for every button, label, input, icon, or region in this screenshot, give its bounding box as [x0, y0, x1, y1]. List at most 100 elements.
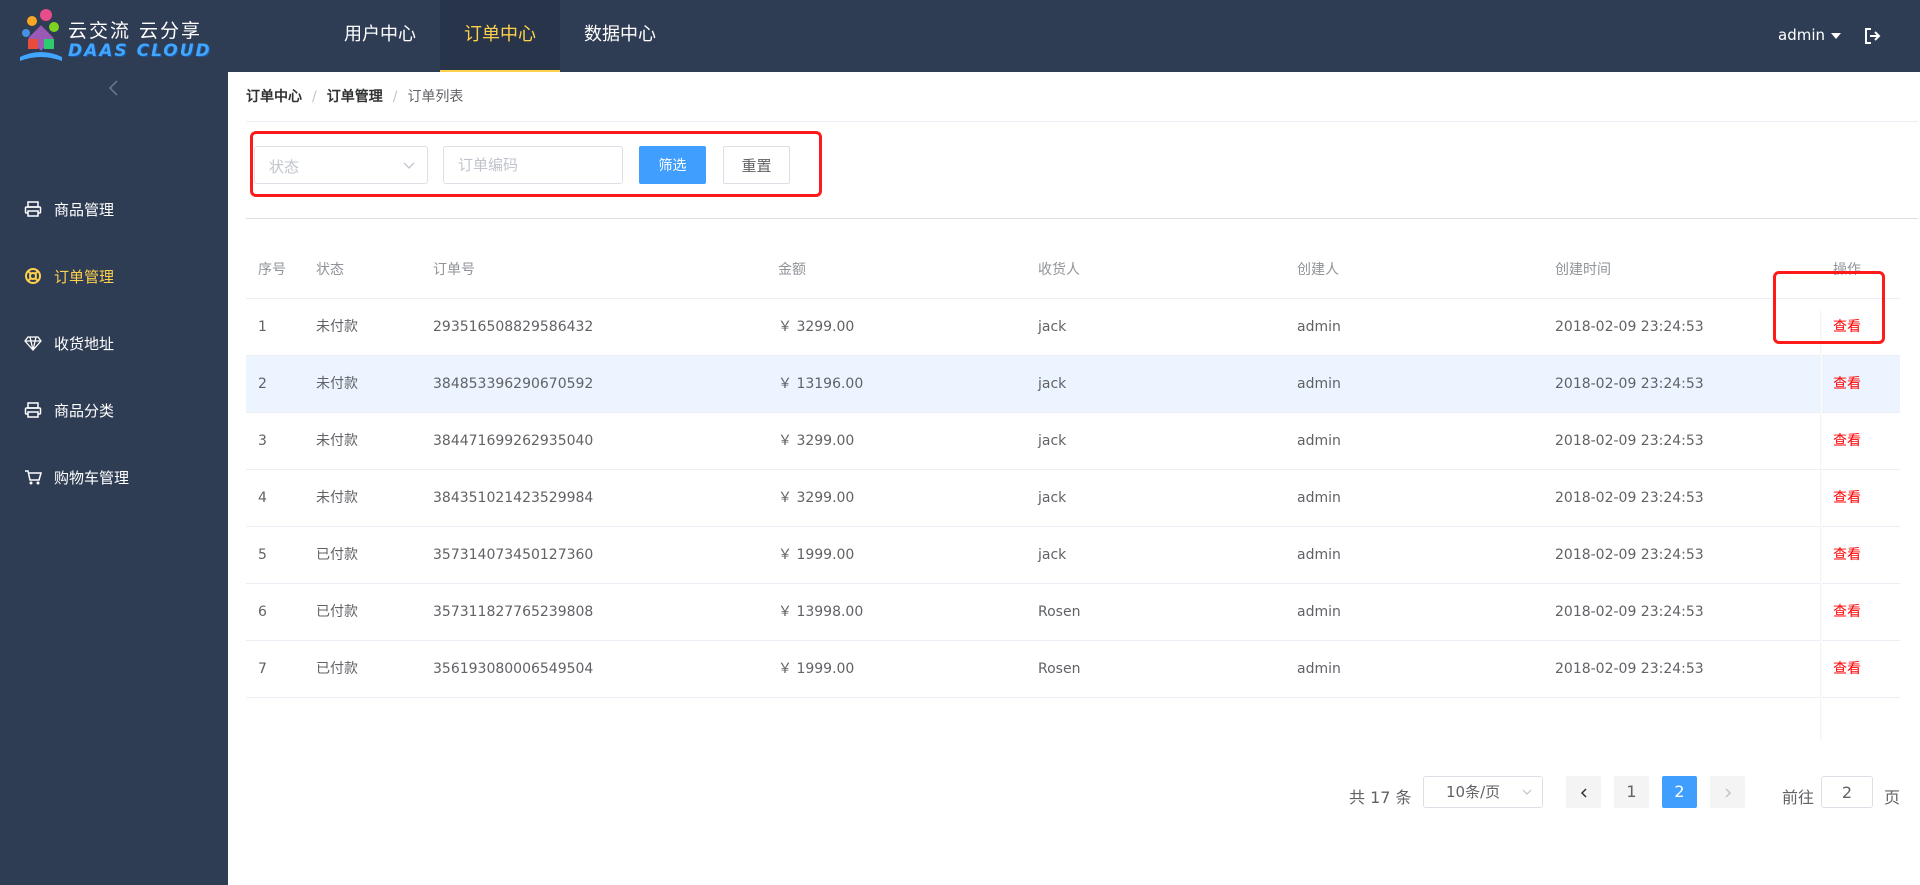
cell-amount: ￥ 3299.00 [778, 319, 855, 335]
cell-order-no: 384351021423529984 [433, 490, 594, 506]
cell-amount: ￥ 3299.00 [778, 490, 855, 506]
next-page-button[interactable] [1710, 776, 1745, 808]
table-header: 序号 状态 订单号 金额 收货人 创建人 创建时间 操作 [246, 242, 1900, 299]
view-link[interactable]: 查看 [1833, 356, 1861, 413]
cell-creator: admin [1297, 490, 1341, 506]
view-link[interactable]: 查看 [1833, 584, 1861, 641]
breadcrumb-order-center[interactable]: 订单中心 [246, 89, 302, 105]
breadcrumb-order-list: 订单列表 [407, 89, 464, 105]
total-count: 共 17 条 [1349, 788, 1412, 807]
breadcrumb-order-management[interactable]: 订单管理 [327, 89, 383, 105]
logout-icon[interactable] [1864, 27, 1882, 45]
sidebar-item-label: 商品分类 [54, 401, 115, 420]
cell-receiver: jack [1038, 376, 1067, 392]
header-order-no[interactable]: 订单号 [433, 242, 475, 299]
status-select[interactable]: 状态 [254, 146, 428, 184]
breadcrumb: 订单中心 / 订单管理 / 订单列表 [246, 86, 463, 106]
user-dropdown[interactable]: admin [1778, 26, 1841, 44]
nav-user-center[interactable]: 用户中心 [320, 0, 440, 72]
printer-icon [24, 201, 42, 217]
top-header: 云交流 云分享 DAAS CLOUD 用户中心 订单中心 数据中心 admin [0, 0, 1920, 72]
cell-order-no: 384853396290670592 [433, 376, 594, 392]
cell-index: 1 [258, 319, 267, 335]
breadcrumb-separator: / [392, 89, 398, 105]
cell-receiver: jack [1038, 490, 1067, 506]
order-table: 序号 状态 订单号 金额 收货人 创建人 创建时间 操作 1 未付款 29351… [246, 242, 1900, 740]
page-size-select[interactable]: 10条/页 [1423, 776, 1543, 808]
cell-status: 已付款 [316, 604, 358, 620]
table-row[interactable]: 7 已付款 356193080006549504 ￥ 1999.00 Rosen… [246, 641, 1900, 698]
caret-down-icon [1831, 32, 1841, 39]
sidebar-item-product-category[interactable]: 商品分类 [0, 384, 228, 436]
header-status[interactable]: 状态 [316, 242, 344, 299]
header-receiver[interactable]: 收货人 [1038, 242, 1080, 299]
logo[interactable]: 云交流 云分享 DAAS CLOUD [18, 5, 218, 67]
cell-amount: ￥ 13998.00 [778, 604, 864, 620]
table-row[interactable]: 5 已付款 357314073450127360 ￥ 1999.00 jack … [246, 527, 1900, 584]
prev-page-button[interactable] [1566, 776, 1601, 808]
cell-order-no: 293516508829586432 [433, 319, 594, 335]
view-link[interactable]: 查看 [1833, 527, 1861, 584]
cell-index: 6 [258, 604, 267, 620]
cell-created-time: 2018-02-09 23:24:53 [1555, 661, 1704, 677]
cell-amount: ￥ 13196.00 [778, 376, 864, 392]
sidebar-item-product-management[interactable]: 商品管理 [0, 183, 228, 235]
page-button-2[interactable]: 2 [1662, 776, 1697, 808]
main-content: 订单中心 / 订单管理 / 订单列表 状态 筛选 重置 序号 状态 订单号 金额 收货人… [228, 72, 1920, 885]
cell-index: 7 [258, 661, 267, 677]
cell-creator: admin [1297, 433, 1341, 449]
cell-status: 未付款 [316, 433, 358, 449]
sidebar-item-label: 商品管理 [54, 200, 115, 219]
page-size-value: 10条/页 [1446, 783, 1501, 801]
cell-created-time: 2018-02-09 23:24:53 [1555, 376, 1704, 392]
nav-order-center[interactable]: 订单中心 [440, 0, 560, 72]
chevron-left-icon [1580, 787, 1587, 798]
sidebar-item-label: 收货地址 [54, 334, 115, 353]
view-link[interactable]: 查看 [1833, 470, 1861, 527]
cell-status: 未付款 [316, 376, 358, 392]
header-creator[interactable]: 创建人 [1297, 242, 1339, 299]
nav-data-center[interactable]: 数据中心 [560, 0, 680, 72]
cell-created-time: 2018-02-09 23:24:53 [1555, 547, 1704, 563]
table-row[interactable]: 6 已付款 357311827765239808 ￥ 13998.00 Rose… [246, 584, 1900, 641]
cell-creator: admin [1297, 547, 1341, 563]
cell-order-no: 357314073450127360 [433, 547, 594, 563]
table-row[interactable]: 3 未付款 384471699262935040 ￥ 3299.00 jack … [246, 413, 1900, 470]
chevron-down-icon [1522, 789, 1532, 795]
sidebar-item-order-management[interactable]: 订单管理 [0, 250, 228, 302]
cell-created-time: 2018-02-09 23:24:53 [1555, 319, 1704, 335]
fixed-column-shadow [1820, 310, 1822, 740]
diamond-icon [24, 336, 42, 351]
collapse-sidebar-icon[interactable] [106, 78, 122, 98]
cell-index: 3 [258, 433, 267, 449]
cell-index: 2 [258, 376, 267, 392]
header-index[interactable]: 序号 [258, 242, 286, 299]
divider [246, 218, 1918, 219]
chevron-down-icon [403, 162, 415, 169]
table-row[interactable]: 1 未付款 293516508829586432 ￥ 3299.00 jack … [246, 299, 1900, 356]
view-highlight-box [1773, 271, 1885, 344]
cart-icon [25, 470, 42, 485]
sidebar-item-cart-management[interactable]: 购物车管理 [0, 451, 228, 503]
header-amount[interactable]: 金额 [778, 242, 806, 299]
table-row[interactable]: 2 未付款 384853396290670592 ￥ 13196.00 jack… [246, 356, 1900, 413]
cell-creator: admin [1297, 376, 1341, 392]
view-link[interactable]: 查看 [1833, 641, 1861, 698]
order-code-input[interactable] [443, 146, 623, 184]
table-row[interactable]: 4 未付款 384351021423529984 ￥ 3299.00 jack … [246, 470, 1900, 527]
filter-button[interactable]: 筛选 [639, 146, 706, 184]
logo-mark-icon [20, 9, 62, 61]
goto-page-input[interactable] [1821, 776, 1873, 808]
page-button-1[interactable]: 1 [1614, 776, 1649, 808]
cell-receiver: jack [1038, 319, 1067, 335]
cell-status: 未付款 [316, 490, 358, 506]
header-created-time[interactable]: 创建时间 [1555, 242, 1611, 299]
sidebar-item-label: 购物车管理 [54, 468, 130, 487]
cell-status: 已付款 [316, 661, 358, 677]
reset-button[interactable]: 重置 [723, 146, 790, 184]
view-link[interactable]: 查看 [1833, 413, 1861, 470]
cell-order-no: 384471699262935040 [433, 433, 594, 449]
cell-created-time: 2018-02-09 23:24:53 [1555, 433, 1704, 449]
cell-creator: admin [1297, 319, 1341, 335]
sidebar-item-shipping-address[interactable]: 收货地址 [0, 317, 228, 369]
